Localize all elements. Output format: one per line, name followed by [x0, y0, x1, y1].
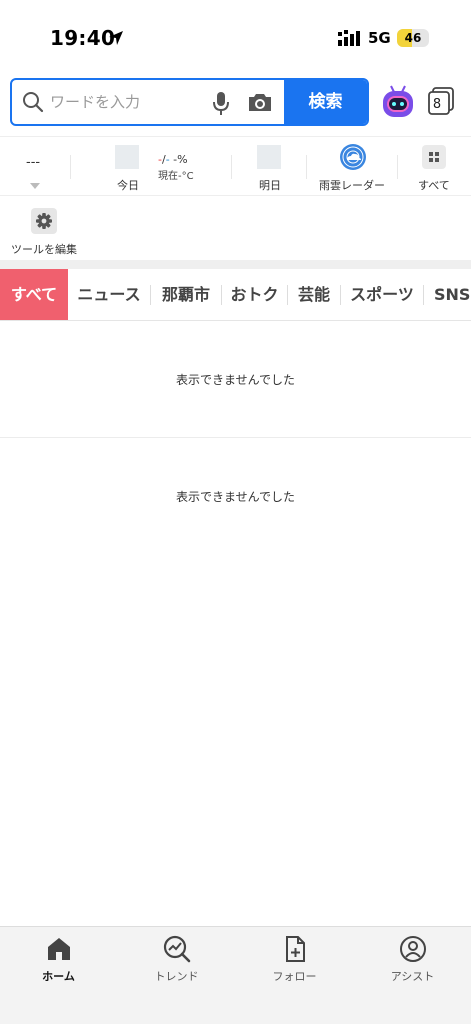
- nav-assist-label: アシスト: [390, 970, 435, 983]
- status-time: 19:40: [50, 26, 116, 50]
- weather-tomorrow-icon: [257, 145, 281, 169]
- nav-home[interactable]: ホーム: [0, 927, 117, 987]
- location-arrow-icon: [109, 31, 123, 45]
- rain-radar[interactable]: 雨雲レーダー: [307, 137, 397, 197]
- chevron-down-icon: [30, 183, 40, 189]
- weather-today-icon: [115, 145, 139, 169]
- search-box: 検索: [10, 78, 369, 126]
- camera-icon[interactable]: [247, 91, 273, 113]
- assist-icon: [400, 936, 426, 962]
- battery-percent: 46: [404, 31, 422, 45]
- nav-follow-label: フォロー: [272, 970, 317, 983]
- error-message: 表示できませんでした: [175, 373, 296, 387]
- tools-row: --- 今日 -/- -% 現在-°C 明日 雨雲レーダー すべて: [0, 136, 471, 196]
- nav-assist[interactable]: アシスト: [354, 927, 471, 987]
- signal-icon: [338, 30, 360, 46]
- all-tools-label: すべて: [418, 179, 450, 192]
- tabs-count: 8: [432, 97, 442, 112]
- rain-probability: -/- -%: [158, 153, 188, 166]
- gear-icon: [31, 208, 57, 234]
- search-input[interactable]: [50, 80, 210, 124]
- home-icon: [48, 938, 70, 960]
- search-row: 検索 8: [0, 74, 471, 132]
- nav-trend-label: トレンド: [154, 970, 199, 983]
- current-temperature: 現在-°C: [158, 171, 194, 182]
- search-button[interactable]: 検索: [284, 80, 367, 124]
- location-selector[interactable]: ---: [0, 137, 70, 197]
- tab-entertainment[interactable]: 芸能: [288, 269, 340, 320]
- status-bar: 19:40 5G 46: [0, 0, 471, 70]
- tab-naha[interactable]: 那覇市: [151, 269, 221, 320]
- microphone-icon[interactable]: [210, 90, 232, 116]
- tab-news[interactable]: ニュース: [68, 269, 150, 320]
- tomorrow-label: 明日: [259, 179, 281, 192]
- search-icon: [23, 92, 44, 113]
- edit-tools-label: ツールを編集: [11, 243, 77, 256]
- error-message: 表示できませんでした: [175, 490, 296, 504]
- grid-icon: [422, 145, 446, 169]
- assistant-mascot-icon[interactable]: [381, 84, 415, 120]
- battery-icon: 46: [397, 29, 429, 47]
- trend-icon: [163, 935, 191, 963]
- tab-sports[interactable]: スポーツ: [341, 269, 423, 320]
- location-text: ---: [26, 155, 41, 170]
- nav-trend[interactable]: トレンド: [118, 927, 235, 987]
- all-tools[interactable]: すべて: [398, 137, 471, 197]
- today-label: 今日: [117, 179, 139, 192]
- rain-radar-label: 雨雲レーダー: [319, 179, 385, 192]
- category-tabs: すべて ニュース 那覇市 おトク 芸能 スポーツ SNS: [0, 269, 471, 321]
- weather-tomorrow[interactable]: 明日: [232, 137, 306, 197]
- rain-radar-icon: [340, 144, 366, 170]
- follow-icon: [286, 936, 305, 962]
- section-separator: [0, 260, 471, 269]
- nav-home-label: ホーム: [42, 970, 75, 983]
- network-type: 5G: [368, 29, 391, 47]
- nav-follow[interactable]: フォロー: [236, 927, 353, 987]
- tab-all[interactable]: すべて: [0, 269, 68, 320]
- weather-today[interactable]: 今日 -/- -% 現在-°C: [71, 137, 231, 197]
- divider: [0, 437, 471, 438]
- tab-sns[interactable]: SNS: [424, 269, 471, 320]
- edit-tools[interactable]: ツールを編集: [0, 198, 471, 260]
- bottom-nav: ホーム トレンド フォロー アシスト: [0, 926, 471, 1024]
- tab-deals[interactable]: おトク: [222, 269, 287, 320]
